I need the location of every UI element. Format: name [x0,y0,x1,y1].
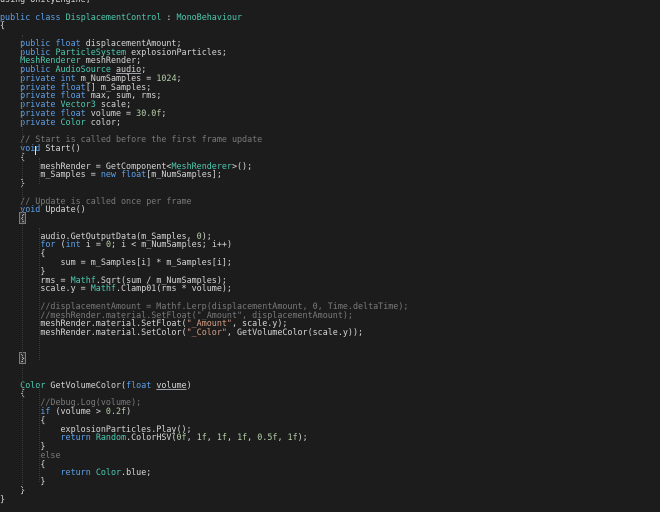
code-token: private [0,116,61,127]
code-line[interactable]: for (int i = 0; i < m_NumSamples; i++) [0,240,408,249]
code-token: Update() [40,204,86,215]
code-token: Random [95,432,127,443]
code-line[interactable]: void Start() [0,144,408,153]
code-token: public class [0,11,66,22]
indent-guide-class [22,35,23,491]
code-token: , [206,432,217,443]
code-line[interactable]: m_Samples = new float[m_NumSamples]; [0,170,408,179]
code-token: , [226,432,238,443]
code-token: float [126,379,152,390]
code-token: ( [55,239,66,250]
code-token: MonoBehaviour [176,11,243,22]
code-token: new float [100,169,147,180]
code-line[interactable]: } [0,179,408,188]
code-token: DisplacementControl [65,11,162,22]
code-line[interactable] [0,337,408,346]
code-line[interactable]: } [0,442,408,451]
code-token: .Clamp01(rms * volume); [115,283,232,294]
code-line[interactable]: private Color color; [0,116,408,127]
code-editor[interactable]: using UnityEngine;public class Displacem… [0,0,660,512]
code-line[interactable]: meshRender.material.SetColor("_Color", G… [0,328,408,337]
code-line[interactable]: if (volume > 0.2f) [0,407,408,416]
code-token: 30.0f [136,107,162,118]
code-token: , [247,432,258,443]
code-token: 0.2f [105,405,127,416]
code-token: ; [161,107,167,118]
code-line[interactable] [0,346,408,355]
code-line[interactable]: void Update() [0,205,408,214]
code-token: , GetVolumeColor(scale.y)); [226,327,364,338]
code-line[interactable]: sum = m_Samples[i] * m_Samples[i]; [0,258,408,267]
code-token: } [0,493,6,504]
code-line[interactable]: return Random.ColorHSV(0f, 1f, 1f, 1f, 0… [0,433,408,442]
code-token: (volume > [50,405,106,416]
code-line[interactable]: } [0,485,408,495]
code-token: Start() [40,143,81,154]
code-token: 1f [237,432,248,443]
code-token: ); [297,432,308,443]
indent-guide-update [39,228,40,360]
code-line[interactable]: } [0,493,408,504]
code-text-area[interactable]: using UnityEngine;public class Displacem… [0,0,408,503]
code-line[interactable]: } [0,352,408,365]
code-token: meshRender.material.SetColor( [0,327,187,338]
code-token: ) [126,405,132,416]
code-token: Mathf [90,283,116,294]
code-line[interactable]: scale.y = Mathf.Clamp01(rms * volume); [0,284,408,293]
code-token: i = [80,239,106,250]
code-token: ; [176,72,182,83]
code-token: 1f [196,432,207,443]
code-token: ) [186,379,192,390]
code-token: volume [156,379,187,390]
code-line[interactable]: return Color.blue; [0,468,408,477]
code-token: { [0,20,6,31]
code-token: : [161,11,177,22]
code-token: 1f [287,432,298,443]
code-line[interactable]: Color GetVolumeColor(float volume) [0,379,408,390]
code-token: int [65,239,81,250]
indent-guide-start [39,158,40,184]
code-token: , [186,432,197,443]
code-token: 1f [216,432,227,443]
code-token: return [60,432,91,443]
code-token: return [60,467,91,478]
indent-guide-getvolumecolor [39,386,40,482]
code-token: 1024 [156,72,177,83]
code-token: 0.5f [257,432,278,443]
code-token: , [277,432,288,443]
code-token: [m_NumSamples]; [146,169,222,180]
code-token: 0f [176,432,187,443]
code-token: "_Color" [186,327,227,338]
code-token: Color [60,116,86,127]
code-token: Color [95,467,122,478]
code-line[interactable]: } [0,477,408,486]
code-token: .blue; [121,467,152,478]
code-token: .ColorHSV( [126,432,177,443]
code-token: color; [85,116,122,127]
code-line[interactable]: { [0,21,408,30]
code-token: >(); [231,160,253,171]
code-token: GetVolumeColor( [45,379,127,390]
text-cursor [35,146,36,155]
code-line[interactable]: else [0,450,408,460]
code-token: ; i < m_NumSamples; i++) [110,239,232,250]
code-line[interactable]: public class DisplacementControl : MonoB… [0,11,408,22]
code-token: scale.y = [0,283,91,294]
code-line[interactable] [0,363,408,372]
code-line[interactable]: { [0,212,408,225]
